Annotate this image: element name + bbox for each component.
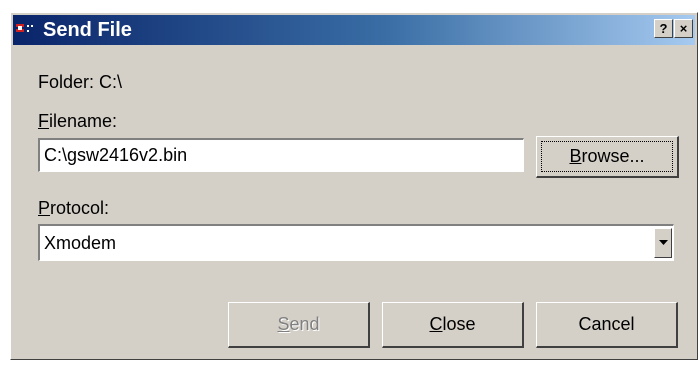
chevron-down-icon [659,240,668,245]
close-button[interactable]: Close [382,302,524,348]
terminal-app-icon [16,23,36,37]
title-bar[interactable]: Send File ? × [13,15,695,45]
send-file-dialog: Send File ? × Folder: C:\ Filename: Brow… [10,12,698,360]
protocol-select[interactable]: Xmodem [38,224,674,261]
folder-label: Folder: C:\ [38,72,123,92]
protocol-label: Protocol: [38,198,110,218]
close-icon: × [679,21,688,36]
focus-rectangle [541,141,673,172]
help-button[interactable]: ? [654,19,673,38]
cancel-button[interactable]: Cancel [536,302,678,348]
dialog-title: Send File [43,19,132,41]
browse-button[interactable]: Browse... [536,136,679,178]
close-window-button[interactable]: × [674,19,693,38]
help-icon: ? [659,21,668,36]
filename-label: Filename: [38,111,118,131]
protocol-selected-value: Xmodem [44,233,117,253]
send-button[interactable]: Send [228,302,370,348]
filename-input[interactable] [38,138,524,172]
folder-value: C:\ [99,72,123,92]
dropdown-arrow-button[interactable] [654,228,672,258]
